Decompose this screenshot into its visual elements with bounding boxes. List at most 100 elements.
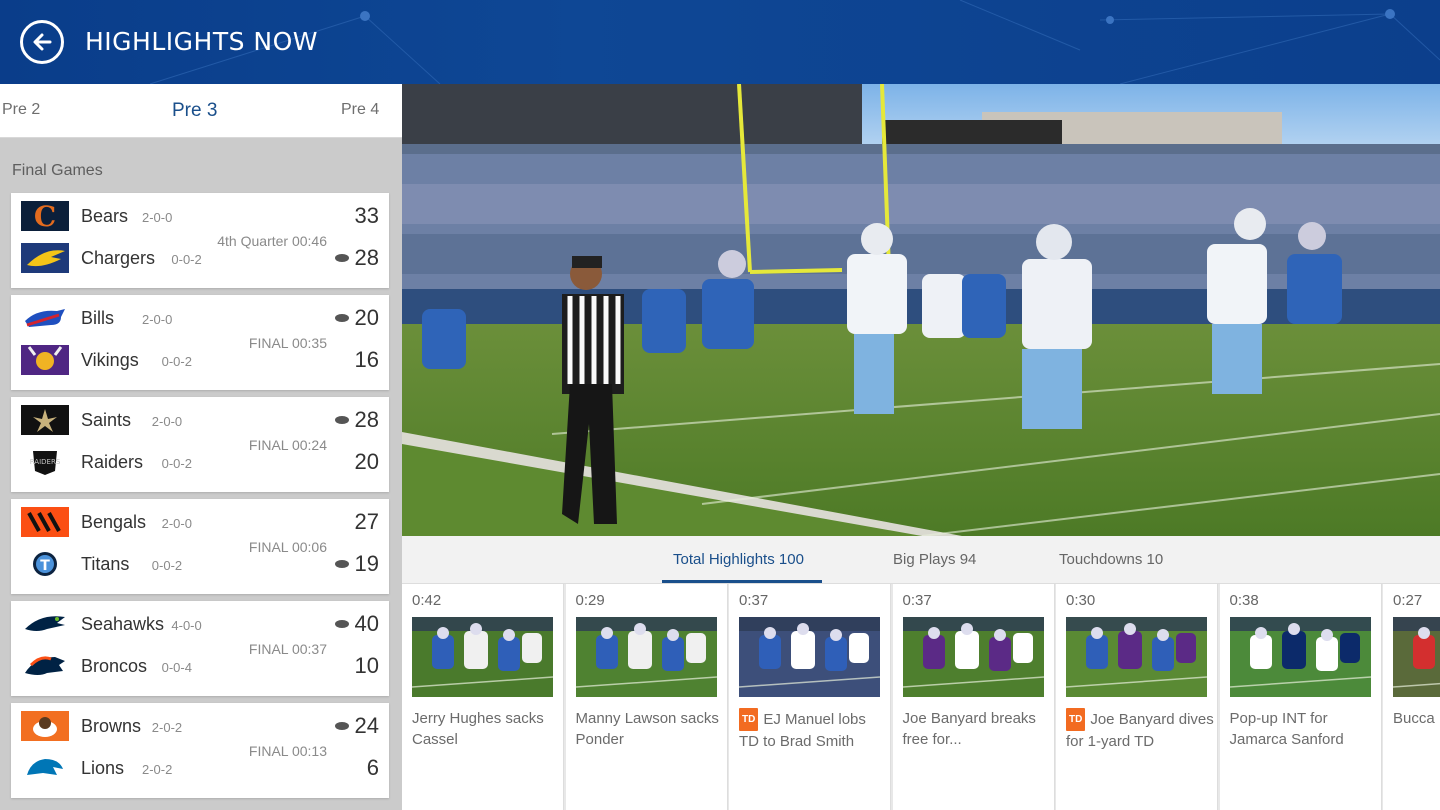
- week-prev[interactable]: Pre 2: [2, 101, 40, 119]
- team-score: 40: [354, 611, 379, 636]
- clip-caption: Joe Banyard breaks free for...: [903, 708, 1051, 750]
- team-score: 19: [354, 551, 379, 576]
- clip-duration: 0:42: [412, 592, 442, 609]
- header-bar: HIGHLIGHTS NOW: [0, 0, 1440, 84]
- clip-title: Joe Banyard dives for 1-yard TD: [1066, 711, 1214, 750]
- team-score: 6: [366, 755, 379, 780]
- team-score: 16: [354, 347, 379, 372]
- game-status: FINAL 00:13: [248, 743, 327, 759]
- tab-touchdowns[interactable]: Touchdowns 10: [1059, 551, 1163, 568]
- team-logo: RAIDERS: [21, 447, 69, 477]
- game-status: FINAL 00:35: [248, 335, 327, 351]
- week-current[interactable]: Pre 3: [172, 100, 217, 122]
- game-card[interactable]: Bills 2-0-0 20 Vikings 0-0-2 16 FINAL 00:35: [11, 295, 389, 390]
- clip-duration: 0:30: [1066, 592, 1096, 609]
- clip-caption: Bucca Doug M: [1393, 708, 1440, 729]
- possession-icon: [335, 560, 349, 568]
- team-row: Saints 2-0-0 28: [21, 405, 379, 435]
- clip-title: EJ Manuel lobs TD to Brad Smith: [739, 711, 866, 750]
- team-logo: [21, 651, 69, 681]
- game-card[interactable]: Browns 2-0-2 24 Lions 2-0-2 6 FINAL 00:13: [11, 703, 389, 798]
- team-score: 33: [354, 203, 379, 228]
- svg-text:T: T: [40, 558, 50, 574]
- clip-thumbnail: [575, 617, 717, 697]
- team-record: 2-0-2: [142, 762, 173, 777]
- clip-thumbnail: [739, 617, 880, 697]
- team-row: Seahawks 4-0-0 40: [21, 609, 379, 639]
- team-score: 28: [354, 245, 379, 270]
- clip-title: Bucca Doug M: [1393, 710, 1440, 727]
- team-record: 2-0-2: [151, 720, 183, 735]
- possession-icon: [335, 722, 349, 730]
- team-record: 0-0-2: [161, 456, 192, 471]
- week-selector: Pre 2 Pre 3 Pre 4: [0, 84, 402, 138]
- game-status: 4th Quarter 00:46: [217, 233, 327, 249]
- team-logo: C: [21, 201, 69, 231]
- team-name: Saints: [81, 410, 132, 430]
- possession-icon: [335, 620, 349, 628]
- clip-duration: 0:37: [739, 592, 769, 609]
- team-name: Bills: [81, 308, 115, 328]
- clip-caption: TD Joe Banyard dives for 1-yard TD: [1066, 708, 1214, 752]
- team-name: Vikings: [81, 350, 139, 370]
- clip-thumbnail: [412, 617, 553, 697]
- highlight-clip[interactable]: 0:27 Bucca Doug M: [1383, 584, 1440, 810]
- team-record: 2-0-0: [161, 516, 192, 531]
- video-player[interactable]: [402, 84, 1440, 536]
- clip-duration: 0:37: [902, 592, 932, 609]
- possession-icon: [335, 314, 349, 322]
- clip-duration: 0:29: [575, 592, 605, 609]
- back-button[interactable]: [20, 20, 64, 64]
- team-row: Browns 2-0-2 24: [21, 711, 379, 741]
- team-record: 2-0-0: [151, 414, 183, 429]
- team-row: C Bears 2-0-0 33: [21, 201, 379, 231]
- team-row: Bills 2-0-0 20: [21, 303, 379, 333]
- back-arrow-icon: [33, 33, 52, 51]
- active-tab-indicator: [662, 580, 822, 583]
- clip-caption: TD EJ Manuel lobs TD to Brad Smith: [739, 708, 887, 752]
- team-name: Chargers: [81, 248, 156, 268]
- team-name: Raiders: [81, 452, 144, 472]
- team-record: 4-0-0: [171, 618, 202, 633]
- section-title: Final Games: [12, 162, 103, 179]
- team-logo: [21, 345, 69, 375]
- tab-big-plays[interactable]: Big Plays 94: [893, 551, 976, 568]
- highlight-clip[interactable]: 0:30 TD Joe Banyard dives for 1-yard TD: [1056, 584, 1218, 810]
- clip-thumbnail: [1393, 617, 1440, 697]
- highlight-clip[interactable]: 0:37 Joe Banyard breaks free for...: [892, 584, 1055, 810]
- tab-total-highlights[interactable]: Total Highlights 100: [673, 551, 804, 568]
- video-frame: [402, 84, 1440, 536]
- highlight-clip[interactable]: 0:29 Manny Lawson sacks Ponder: [565, 584, 728, 810]
- team-score: 24: [354, 713, 379, 738]
- clip-duration: 0:38: [1229, 592, 1259, 609]
- game-status: FINAL 00:06: [248, 539, 327, 555]
- team-row: Bengals 2-0-0 27: [21, 507, 379, 537]
- highlight-clip[interactable]: 0:37 TD EJ Manuel lobs TD to Brad Smith: [729, 584, 891, 810]
- team-record: 2-0-0: [142, 210, 173, 225]
- highlight-clip[interactable]: 0:38 Pop-up INT for Jamarca Sanford: [1219, 584, 1382, 810]
- team-record: 0-0-2: [151, 558, 183, 573]
- team-logo: [21, 753, 69, 783]
- clip-thumbnail: [1229, 617, 1371, 697]
- game-card[interactable]: C Bears 2-0-0 33 Chargers 0-0-2 28 4th Quarter …: [11, 193, 389, 288]
- team-name: Browns: [81, 716, 142, 736]
- games-panel: Pre 2 Pre 3 Pre 4 Final Games C Bears 2-0-…: [0, 84, 402, 810]
- highlight-clip[interactable]: 0:42 Jerry Hughes sacks Cassel: [402, 584, 564, 810]
- game-status: FINAL 00:24: [248, 437, 327, 453]
- game-card[interactable]: Bengals 2-0-0 27 T Titans 0-0-2 19 FINAL 00:06: [11, 499, 389, 594]
- team-name: Lions: [81, 758, 125, 778]
- game-card[interactable]: Seahawks 4-0-0 40 Broncos 0-0-4 10 FINAL 00:37: [11, 601, 389, 696]
- possession-icon: [335, 416, 349, 424]
- game-card[interactable]: Saints 2-0-0 28 RAIDERS Raiders 0-0-2 20 FINAL …: [11, 397, 389, 492]
- team-logo: T: [21, 549, 69, 579]
- week-next[interactable]: Pre 4: [341, 101, 379, 119]
- clip-caption: Pop-up INT for Jamarca Sanford: [1230, 708, 1378, 750]
- team-score: 28: [354, 407, 379, 432]
- page-title: HIGHLIGHTS NOW: [85, 27, 319, 56]
- team-record: 2-0-0: [142, 312, 173, 327]
- clip-title: Joe Banyard breaks free for...: [902, 710, 1036, 748]
- team-name: Bears: [81, 206, 129, 226]
- clip-thumbnail: [1066, 617, 1207, 697]
- clip-caption: Jerry Hughes sacks Cassel: [412, 708, 560, 750]
- possession-icon: [335, 254, 349, 262]
